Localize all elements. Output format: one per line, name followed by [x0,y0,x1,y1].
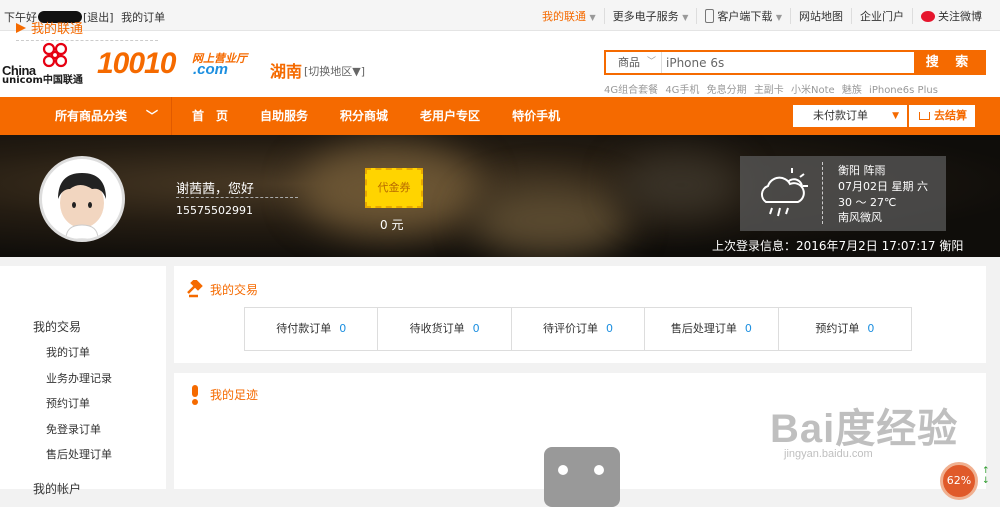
enterprise-portal-link[interactable]: 企业门户 [851,8,912,24]
order-status-pending-review[interactable]: 待评价订单 0 [510,308,644,350]
transactions-panel: 我的交易 待付款订单 0 待收货订单 0 待评价订单 0 售后处理订单 0 预约订单 0 [174,266,986,363]
chevron-down-icon: ▼ [775,13,782,22]
order-status-reservation[interactable]: 预约订单 0 [777,308,911,350]
default-avatar-icon [58,173,106,239]
order-status-row: 待付款订单 0 待收货订单 0 待评价订单 0 售后处理订单 0 预约订单 0 [244,307,912,351]
hot-keyword[interactable]: 小米Note [791,85,835,96]
client-download-link[interactable]: 客户端下载 ▼ [696,8,790,24]
divider [16,40,158,41]
footprints-title: 我的足迹 [210,388,259,402]
logout-link[interactable]: [退出] [83,11,114,24]
main-nav: 所有商品分类 ﹀ 首 页 自助服务 积分商城 老用户专区 特价手机 未付款订单 … [0,97,1000,135]
chevron-down-icon: ▼ [589,13,596,22]
phone-icon [705,9,715,23]
avatar[interactable] [39,156,125,242]
sidebar-item-reservations[interactable]: 预约订单 [46,395,90,411]
sidebar-section-transactions[interactable]: 我的交易 [33,318,81,335]
chevron-down-icon: ▼ [682,13,689,22]
search-button[interactable]: 搜 索 [914,50,986,75]
weather-date: 07月02日 星期 六 [838,180,928,193]
site-map-link[interactable]: 网站地图 [790,8,851,24]
empty-state-robot-icon [544,447,620,507]
sidebar-item-my-orders[interactable]: 我的订单 [46,344,90,360]
region-name: 湖南 [270,62,303,81]
robot-eye [558,465,568,475]
follow-weibo-link[interactable]: 关注微博 [912,8,990,24]
hot-keyword[interactable]: 魅族 [842,85,862,96]
shower-weather-icon [761,168,808,217]
weather-wind: 南风微风 [838,211,882,224]
nav-item-home[interactable]: 首 页 [192,97,228,135]
order-status-pending-receipt[interactable]: 待收货订单 0 [377,308,510,350]
cart-icon [919,112,930,120]
logo-10010[interactable]: 10010 [97,47,176,81]
banner-blur [470,185,630,255]
hot-keyword[interactable]: 免息分期 [707,85,747,96]
speed-gauge[interactable]: 62% [940,462,978,500]
sidebar-item-guest-orders[interactable]: 免登录订单 [46,421,101,437]
sidebar-item-after-sales[interactable]: 售后处理订单 [46,446,112,462]
last-login-info: 上次登录信息：2016年7月2日 17:07:17 衡阳 [712,239,964,253]
baidu-jingyan-watermark: Bai度经验 jingyan.baidu.com [770,407,959,460]
china-unicom-logo-icon[interactable] [36,40,74,70]
network-arrows-icon: ↑ ↓ [982,466,990,486]
hot-keyword[interactable]: iPhone6s Plus [869,85,938,96]
top-utility-bar: 下午好 [退出] 我的订单 我的联通 ▼ 更多电子服务 ▼ 客户端下载 ▼ 网站地… [0,0,1000,31]
checkout-button[interactable]: 去结算 [909,105,975,127]
nav-item-points-mall[interactable]: 积分商城 [340,97,388,135]
robot-eye [594,465,604,475]
unpaid-orders-dropdown[interactable]: 未付款订单 ▼ [793,105,907,127]
search-category-select[interactable]: 商品 ﹀ [606,52,662,73]
nav-item-special-phones[interactable]: 特价手机 [512,97,560,135]
my-unicom-link[interactable]: 我的联通 ▼ [534,8,604,24]
weather-temperature: 30 ～ 27℃ [838,196,897,209]
search-box: 商品 ﹀ 搜 索 [604,50,986,75]
hot-keyword[interactable]: 4G组合套餐 [604,85,658,96]
user-greeting: 谢茜茜，您好 [176,182,255,197]
weather-city: 衡阳 阵雨 [838,164,886,177]
order-status-after-sales[interactable]: 售后处理订单 0 [644,308,777,350]
hammer-icon [187,280,203,298]
chevron-down-icon: ﹀ [646,57,656,67]
more-services-link[interactable]: 更多电子服务 ▼ [603,8,697,24]
order-status-pending-payment[interactable]: 待付款订单 0 [245,308,377,350]
logo-domain: .com [193,61,229,78]
sidebar-item-business-records[interactable]: 业务办理记录 [46,370,112,386]
weibo-icon [921,11,935,22]
nav-item-self-service[interactable]: 自助服务 [260,97,308,135]
hot-keywords: 4G组合套餐 4G手机 免息分期 主副卡 小米Note 魅族 iPhone6s … [604,81,942,96]
user-phone: 15575502991 [176,204,253,217]
nav-item-old-users[interactable]: 老用户专区 [420,97,480,135]
logo-unicom-text: unicom中国联通 [2,75,83,86]
exclamation-icon [192,385,198,405]
hot-keyword[interactable]: 4G手机 [665,85,699,96]
top-links: 我的联通 ▼ 更多电子服务 ▼ 客户端下载 ▼ 网站地图 企业门户 关注微博 [534,8,990,24]
transactions-title: 我的交易 [210,283,259,297]
banner-blur [620,155,740,215]
my-orders-link[interactable]: 我的订单 [121,11,165,24]
arrow-right-icon [16,23,26,33]
region-switch-link[interactable]: [切换地区▼] [304,63,365,79]
coupon-value: 0 元 [380,218,404,232]
divider [176,197,298,198]
sidebar-heading[interactable]: 我的联通 [16,18,83,37]
all-categories-menu[interactable]: 所有商品分类 ﹀ [0,97,172,135]
nav-items: 首 页 自助服务 积分商城 老用户专区 特价手机 [192,97,592,135]
coupon-badge[interactable]: 代金券 [365,168,423,208]
search-input[interactable] [666,52,911,73]
weather-widget: 衡阳 阵雨 07月02日 星期 六 30 ～ 27℃ 南风微风 [740,156,946,231]
triangle-down-icon: ▼ [892,111,899,121]
chevron-down-icon: ﹀ [146,109,159,123]
divider [822,162,823,224]
hot-keyword[interactable]: 主副卡 [754,85,784,96]
